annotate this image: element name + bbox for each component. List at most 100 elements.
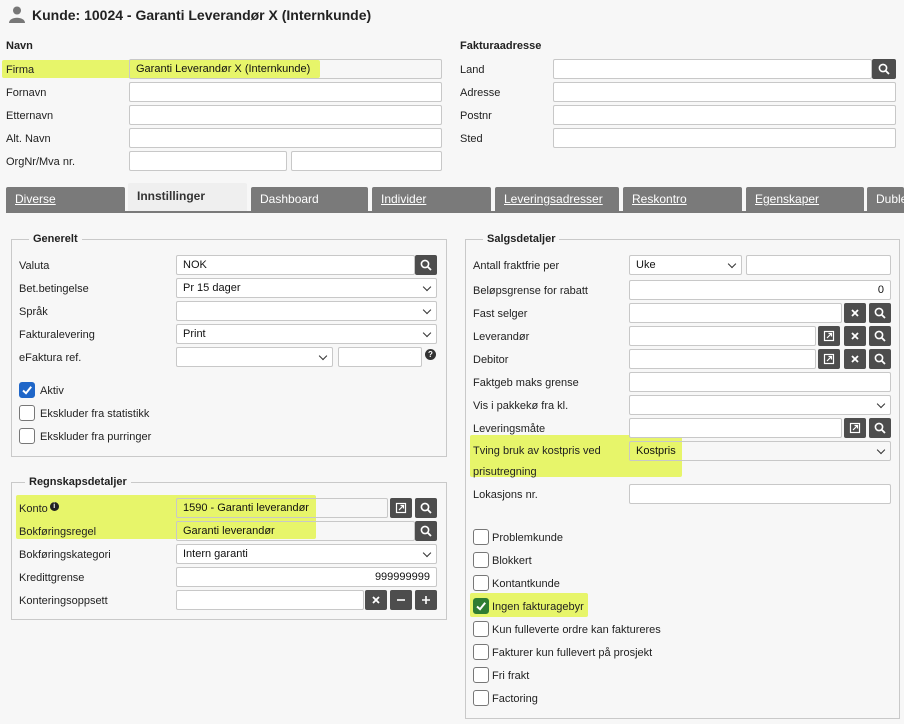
fast-selger-clear-button[interactable] xyxy=(844,303,866,323)
bet-betingelse-select[interactable]: Pr 15 dager xyxy=(176,278,437,298)
external-link-icon xyxy=(823,330,835,342)
firma-label: Firma xyxy=(6,64,35,76)
tab-dashboard[interactable]: Dashboard xyxy=(251,187,368,211)
sprak-select[interactable] xyxy=(176,301,437,321)
kontantkunde-label: Kontantkunde xyxy=(492,578,560,590)
problemkunde-checkbox[interactable] xyxy=(473,529,489,545)
leveringsmate-open-button[interactable] xyxy=(844,418,866,438)
fraktfrie-antall-input[interactable] xyxy=(746,255,891,275)
kontering-add-button[interactable] xyxy=(415,590,437,610)
checkmark-icon xyxy=(476,602,486,611)
valuta-input[interactable]: NOK xyxy=(176,255,415,275)
fri-frakt-checkbox[interactable] xyxy=(473,667,489,683)
kun-fulleverte-checkbox[interactable] xyxy=(473,621,489,637)
leveringsmate-input[interactable] xyxy=(629,418,842,438)
ekskluder-purringer-checkbox[interactable] xyxy=(19,428,35,444)
konteringsoppsett-input[interactable] xyxy=(176,590,364,610)
bokforingskategori-label: Bokføringskategori xyxy=(19,549,111,561)
page-title: Kunde: 10024 - Garanti Leverandør X (Int… xyxy=(32,7,372,23)
leverandor-search-button[interactable] xyxy=(869,326,891,346)
faktgeb-input[interactable] xyxy=(629,372,891,392)
valuta-label: Valuta xyxy=(19,260,50,272)
efaktura-select[interactable] xyxy=(176,347,333,367)
fast-selger-search-button[interactable] xyxy=(869,303,891,323)
lokasjon-label: Lokasjons nr. xyxy=(473,489,538,501)
aktiv-label: Aktiv xyxy=(40,385,64,397)
debitor-clear-button[interactable] xyxy=(844,349,866,369)
ekskluder-statistikk-checkbox[interactable] xyxy=(19,405,35,421)
faktgeb-label: Faktgeb maks grense xyxy=(473,377,579,389)
kostpris-select[interactable]: Kostpris xyxy=(629,441,891,461)
efaktura-ref-input[interactable] xyxy=(338,347,422,367)
leveringsmate-search-button[interactable] xyxy=(869,418,891,438)
postnr-input[interactable] xyxy=(553,105,896,125)
debitor-open-button[interactable] xyxy=(818,349,840,369)
close-icon xyxy=(851,332,859,340)
bokforingskategori-select[interactable]: Intern garanti xyxy=(176,544,437,564)
firma-input[interactable]: Garanti Leverandør X (Internkunde) xyxy=(129,59,442,79)
ekskluder-purringer-label: Ekskluder fra purringer xyxy=(40,431,152,443)
kontantkunde-checkbox[interactable] xyxy=(473,575,489,591)
valuta-search-button[interactable] xyxy=(415,255,437,275)
tab-individer[interactable]: Individer xyxy=(372,187,491,211)
sprak-label: Språk xyxy=(19,306,48,318)
leveringsmate-label: Leveringsmåte xyxy=(473,423,546,435)
leverandor-clear-button[interactable] xyxy=(844,326,866,346)
tab-innstillinger[interactable]: Innstillinger xyxy=(128,183,247,212)
ingen-fakturagebyr-checkbox[interactable] xyxy=(473,598,489,614)
tab-reskontro[interactable]: Reskontro xyxy=(623,187,742,211)
land-search-button[interactable] xyxy=(872,59,896,79)
sted-input[interactable] xyxy=(553,128,896,148)
lokasjon-input[interactable] xyxy=(629,484,891,504)
konto-open-button[interactable] xyxy=(390,498,412,518)
debitor-search-button[interactable] xyxy=(869,349,891,369)
tab-egenskaper[interactable]: Egenskaper xyxy=(746,187,864,211)
kontering-clear-button[interactable] xyxy=(365,590,387,610)
leverandor-input[interactable] xyxy=(629,326,816,346)
factoring-checkbox[interactable] xyxy=(473,690,489,706)
orgnr-input[interactable] xyxy=(129,151,287,171)
user-icon xyxy=(8,5,26,26)
bokforingsregel-search-button[interactable] xyxy=(415,521,437,541)
debitor-input[interactable] xyxy=(629,349,816,369)
leverandor-open-button[interactable] xyxy=(818,326,840,346)
help-icon[interactable]: ? xyxy=(425,349,436,360)
factoring-label: Factoring xyxy=(492,693,538,705)
fakturaadresse-heading: Fakturaadresse xyxy=(460,40,542,52)
tab-duble[interactable]: Duble xyxy=(867,187,904,211)
kredittgrense-input[interactable]: 999999999 xyxy=(176,567,437,587)
mva-input[interactable] xyxy=(291,151,442,171)
regnskap-heading: Regnskapsdetaljer xyxy=(25,476,131,488)
adresse-input[interactable] xyxy=(553,82,896,102)
fakturer-prosjekt-checkbox[interactable] xyxy=(473,644,489,660)
belopsgrense-input[interactable]: 0 xyxy=(629,280,891,300)
tab-leveringsadresser[interactable]: Leveringsadresser xyxy=(495,187,619,211)
fakturalevering-label: Fakturalevering xyxy=(19,329,95,341)
fakturalevering-select[interactable]: Print xyxy=(176,324,437,344)
search-icon xyxy=(874,422,886,434)
konto-label-wrap: Konto i xyxy=(19,502,59,516)
fraktfrie-label: Antall fraktfrie per xyxy=(473,260,560,272)
problemkunde-label: Problemkunde xyxy=(492,532,563,544)
etternavn-input[interactable] xyxy=(129,105,442,125)
tab-diverse[interactable]: Diverse xyxy=(6,187,125,211)
pakkeko-label: Vis i pakkekø fra kl. xyxy=(473,400,569,412)
info-icon[interactable]: i xyxy=(49,502,59,511)
kontering-remove-button[interactable] xyxy=(390,590,412,610)
konto-search-button[interactable] xyxy=(415,498,437,518)
land-input[interactable] xyxy=(553,59,872,79)
blokkert-checkbox[interactable] xyxy=(473,552,489,568)
bokforingsregel-input[interactable]: Garanti leverandør xyxy=(176,521,415,541)
konto-input[interactable]: 1590 - Garanti leverandør xyxy=(176,498,388,518)
fraktfrie-unit-select[interactable]: Uke xyxy=(629,255,742,275)
leverandor-label: Leverandør xyxy=(473,331,530,343)
aktiv-checkbox[interactable] xyxy=(19,382,35,398)
search-icon xyxy=(420,259,432,271)
pakkeko-select[interactable] xyxy=(629,395,891,415)
fast-selger-input[interactable] xyxy=(629,303,842,323)
fornavn-input[interactable] xyxy=(129,82,442,102)
alt-navn-input[interactable] xyxy=(129,128,442,148)
external-link-icon xyxy=(395,502,407,514)
tab-divider xyxy=(6,211,904,213)
search-icon xyxy=(878,63,890,75)
